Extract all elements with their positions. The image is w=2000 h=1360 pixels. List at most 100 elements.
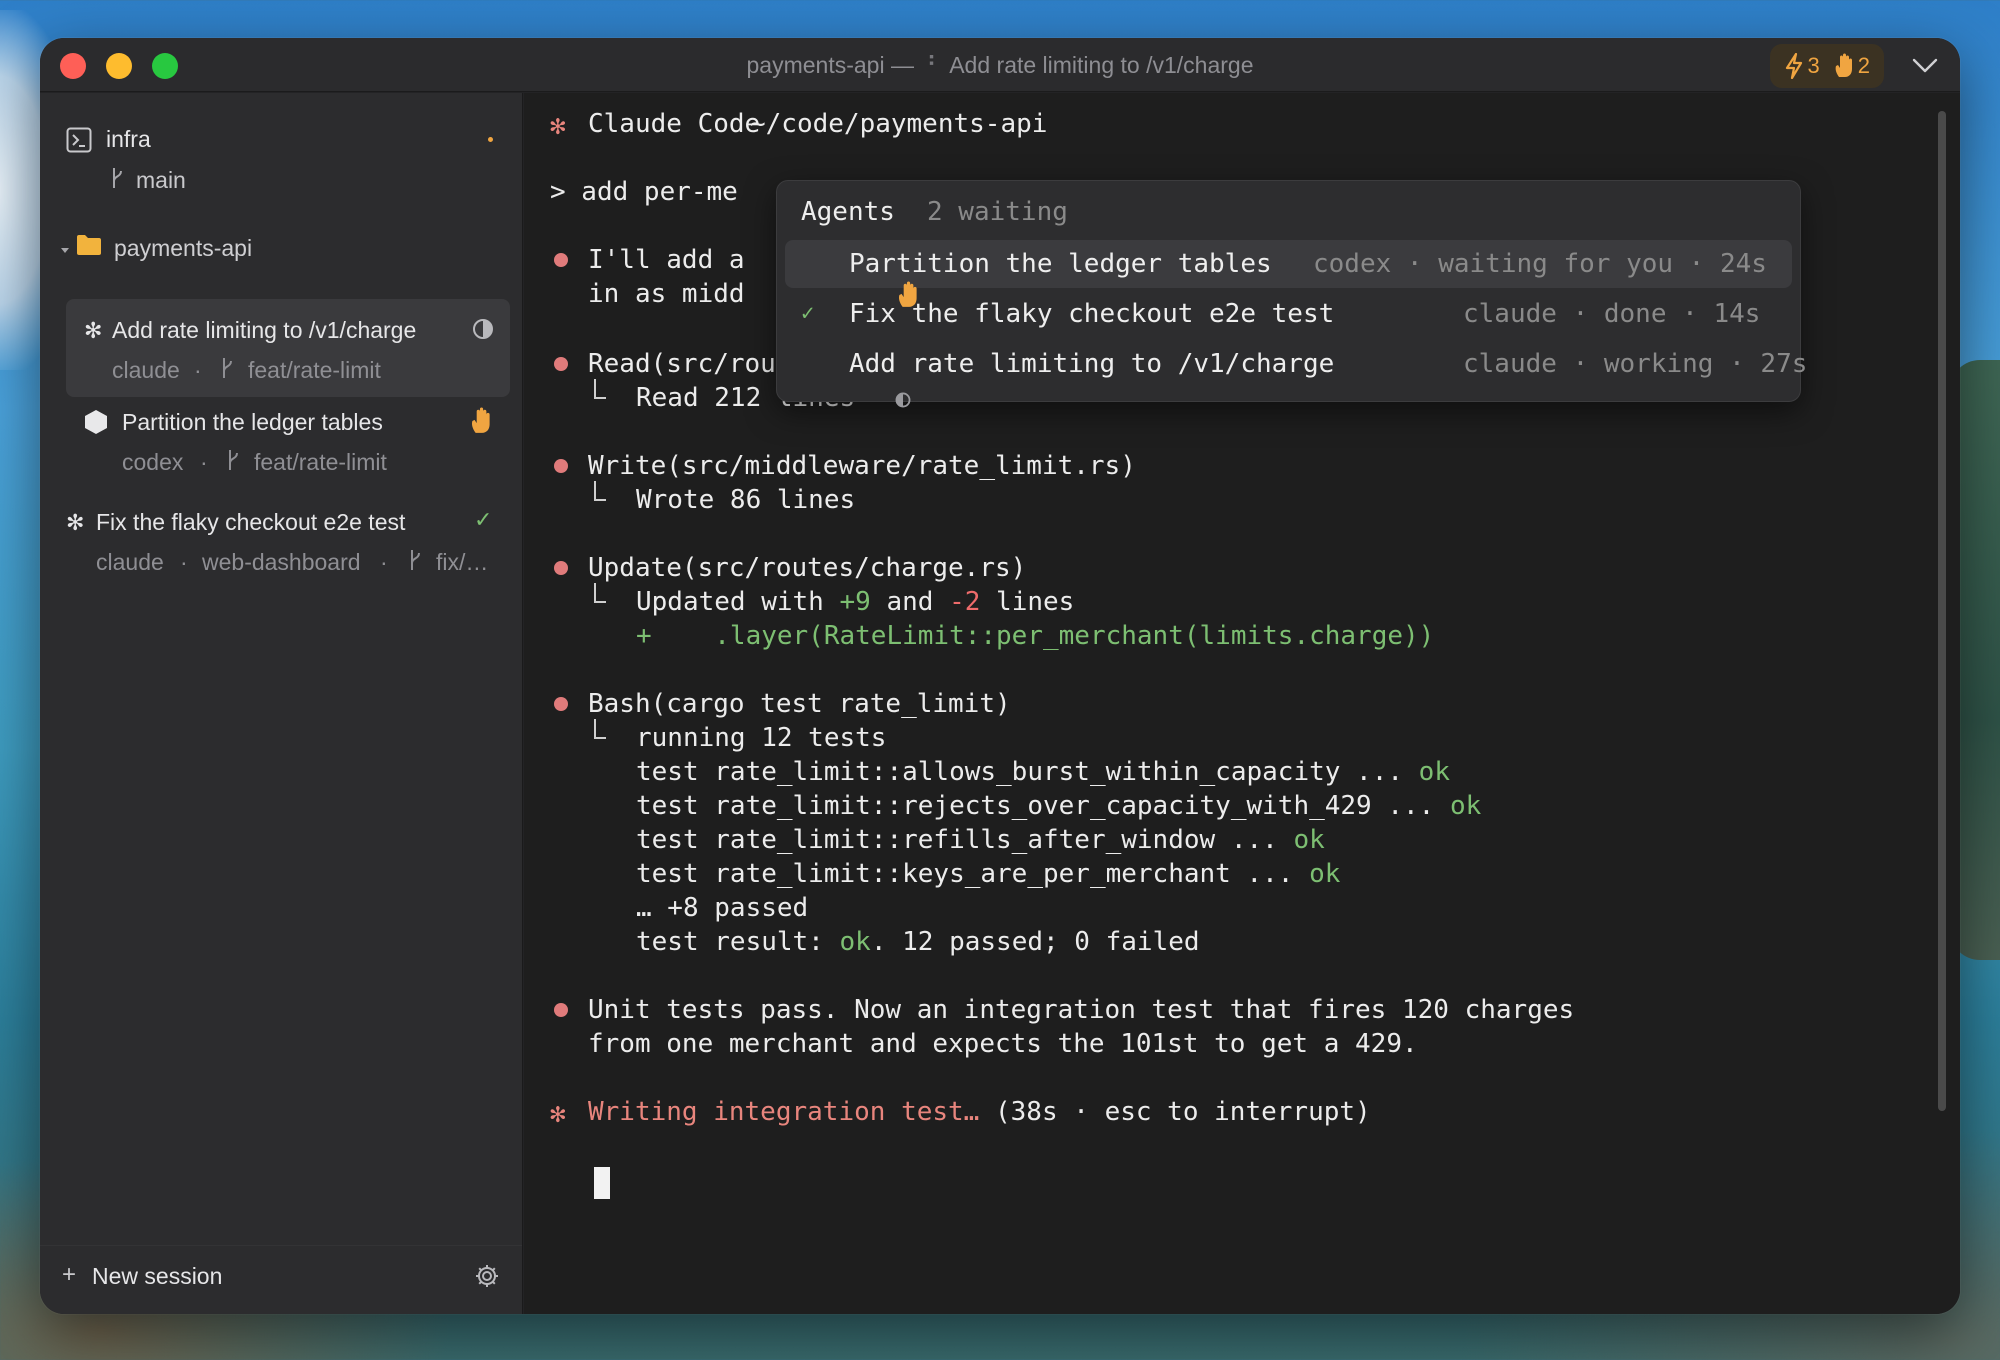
assistant-reply-line2: in as midd	[588, 279, 745, 309]
tool-call-bash: Bash(cargo test rate_limit)	[588, 689, 1011, 719]
bolt-icon	[1784, 53, 1804, 79]
title-bar: payments-api — ⠃ Add rate limiting to /v1…	[40, 38, 1960, 92]
terminal-cursor	[594, 1167, 610, 1199]
test-line: test rate_limit::refills_after_window ..…	[636, 823, 1325, 857]
waiting-count: 2	[1857, 53, 1870, 78]
hand-icon	[470, 407, 492, 440]
sidebar-session-branch: fix/…	[436, 549, 489, 575]
update-text-post: lines	[980, 587, 1075, 617]
agents-popover: Agents 2 waiting Partition the ledger ta…	[776, 180, 1807, 408]
tool-result-write: Wrote 86 lines	[636, 485, 856, 515]
assistant-reply-line1: I'll add a	[588, 245, 745, 275]
sidebar-session-branch: feat/rate-limit	[248, 357, 381, 383]
sidebar-session-title[interactable]: Fix the flaky checkout e2e test	[96, 509, 405, 536]
half-circle-icon	[472, 318, 494, 345]
window-title-dash: —	[890, 52, 914, 78]
tool-call-write: Write(src/middleware/rate_limit.rs)	[588, 451, 1136, 481]
agent-status-badges[interactable]: 3 2	[1769, 44, 1884, 88]
terminal-header-app: Claude Code	[588, 109, 761, 139]
agent-item-meta: claude · working · 27s	[1463, 349, 1808, 379]
test-result: ok	[1449, 791, 1482, 821]
status-hint: (38s · esc to interrupt)	[979, 1097, 1371, 1127]
test-summary-ok: ok	[839, 927, 871, 957]
terminal-scrollbar[interactable]	[1938, 111, 1946, 1111]
sidebar-group-infra-branch: main	[136, 167, 186, 193]
gear-icon[interactable]	[474, 1263, 500, 1294]
test-summary: test result: ok. 12 passed; 0 failed	[636, 925, 1200, 959]
test-name: test rate_limit::refills_after_window ..…	[636, 825, 1294, 855]
drag-dots-icon: ⠃	[926, 52, 944, 78]
branch-icon	[220, 356, 234, 385]
spinner-asterisk-icon: ✻	[550, 1099, 566, 1129]
update-text-mid: and	[870, 587, 950, 617]
chevron-down-icon[interactable]	[1912, 54, 1938, 81]
tool-result-elbow	[594, 583, 606, 603]
test-summary-pre: test result:	[636, 927, 840, 957]
tool-result-elbow	[594, 481, 606, 501]
test-line: test rate_limit::rejects_over_capacity_w…	[636, 789, 1481, 823]
window-title-session: Add rate limiting to /v1/charge	[949, 52, 1254, 78]
separator-dot: ·	[200, 449, 208, 475]
sidebar-session-title[interactable]: Add rate limiting to /v1/charge	[112, 317, 416, 344]
sidebar-session-agent: codex	[122, 449, 184, 475]
message-bullet	[554, 253, 568, 267]
chevron-down-icon[interactable]	[60, 242, 70, 260]
window-title: payments-api — ⠃ Add rate limiting to /v1…	[40, 52, 1960, 79]
test-result: ok	[1293, 825, 1325, 855]
hand-icon	[1834, 53, 1854, 79]
sidebar-group-payments-api[interactable]: payments-api	[114, 235, 252, 262]
branch-icon	[110, 166, 124, 195]
test-summary-post: . 12 passed; 0 failed	[870, 927, 1200, 957]
tool-bullet	[554, 561, 568, 575]
sidebar-footer-divider	[40, 1245, 522, 1246]
asterisk-icon: ✻	[66, 510, 85, 535]
update-text-pre: Updated with	[636, 587, 840, 617]
agent-item-meta: codex · waiting for you · 24s	[1313, 249, 1767, 279]
window-title-project: payments-api	[746, 52, 885, 78]
popover-subtitle: 2 waiting	[927, 197, 1068, 227]
separator-dot: ·	[180, 549, 188, 575]
test-name: test rate_limit::allows_burst_within_cap…	[636, 757, 1419, 787]
terminal-header-path: ~/code/payments-api	[750, 109, 1048, 139]
agent-item-meta: claude · done · 14s	[1463, 299, 1761, 329]
sidebar-session-agent: claude	[112, 357, 180, 383]
sidebar-session-agent: claude	[96, 549, 164, 575]
new-session-button[interactable]: New session	[92, 1263, 222, 1290]
plus-icon[interactable]: +	[62, 1261, 76, 1289]
test-name: test rate_limit::keys_are_per_merchant .…	[636, 859, 1310, 889]
bash-running: running 12 tests	[636, 723, 887, 753]
sidebar-session-title[interactable]: Partition the ledger tables	[122, 409, 383, 436]
tool-result-elbow	[594, 379, 606, 399]
popover-title: Agents	[801, 197, 895, 227]
tool-result-update: Updated with +9 and -2 lines	[636, 585, 1074, 619]
unread-dot	[488, 137, 493, 142]
assistant-summary-line1: Unit tests pass. Now an integration test…	[588, 995, 1575, 1025]
diff-added-line: + .layer(RateLimit::per_merchant(limits.…	[636, 621, 1435, 651]
update-minus-count: -2	[949, 587, 981, 617]
sidebar-group-infra[interactable]: infra	[106, 126, 151, 153]
assistant-summary-line2: from one merchant and expects the 101st …	[588, 1029, 1418, 1059]
tool-bullet	[554, 357, 568, 371]
message-bullet	[554, 1003, 568, 1017]
test-line: test rate_limit::allows_burst_within_cap…	[636, 755, 1450, 789]
working-count: 3	[1807, 53, 1820, 78]
update-plus-count: +9	[839, 587, 871, 617]
agent-item-name[interactable]: Add rate limiting to /v1/charge	[849, 347, 1334, 381]
tool-bullet	[554, 459, 568, 473]
status-action: Writing integration test…	[588, 1097, 980, 1127]
status-line: Writing integration test… (38s · esc to …	[588, 1095, 1371, 1129]
branch-icon	[226, 448, 240, 477]
agent-item-name[interactable]: Partition the ledger tables	[849, 247, 1272, 281]
tests-more-passed: … +8 passed	[636, 893, 809, 923]
test-result: ok	[1309, 859, 1341, 889]
check-icon: ✓	[474, 507, 493, 532]
tool-bullet	[554, 697, 568, 711]
test-name: test rate_limit::rejects_over_capacity_w…	[636, 791, 1450, 821]
test-result: ok	[1418, 757, 1450, 787]
user-prompt: > add per-me	[550, 177, 738, 207]
agent-item-name[interactable]: Fix the flaky checkout e2e test	[849, 297, 1334, 331]
asterisk-icon: ✻	[84, 318, 103, 343]
sidebar-session-workspace: web-dashboard	[202, 549, 361, 575]
hexagon-icon	[84, 409, 108, 440]
app-window: payments-api — ⠃ Add rate limiting to /v1…	[40, 38, 1960, 1314]
